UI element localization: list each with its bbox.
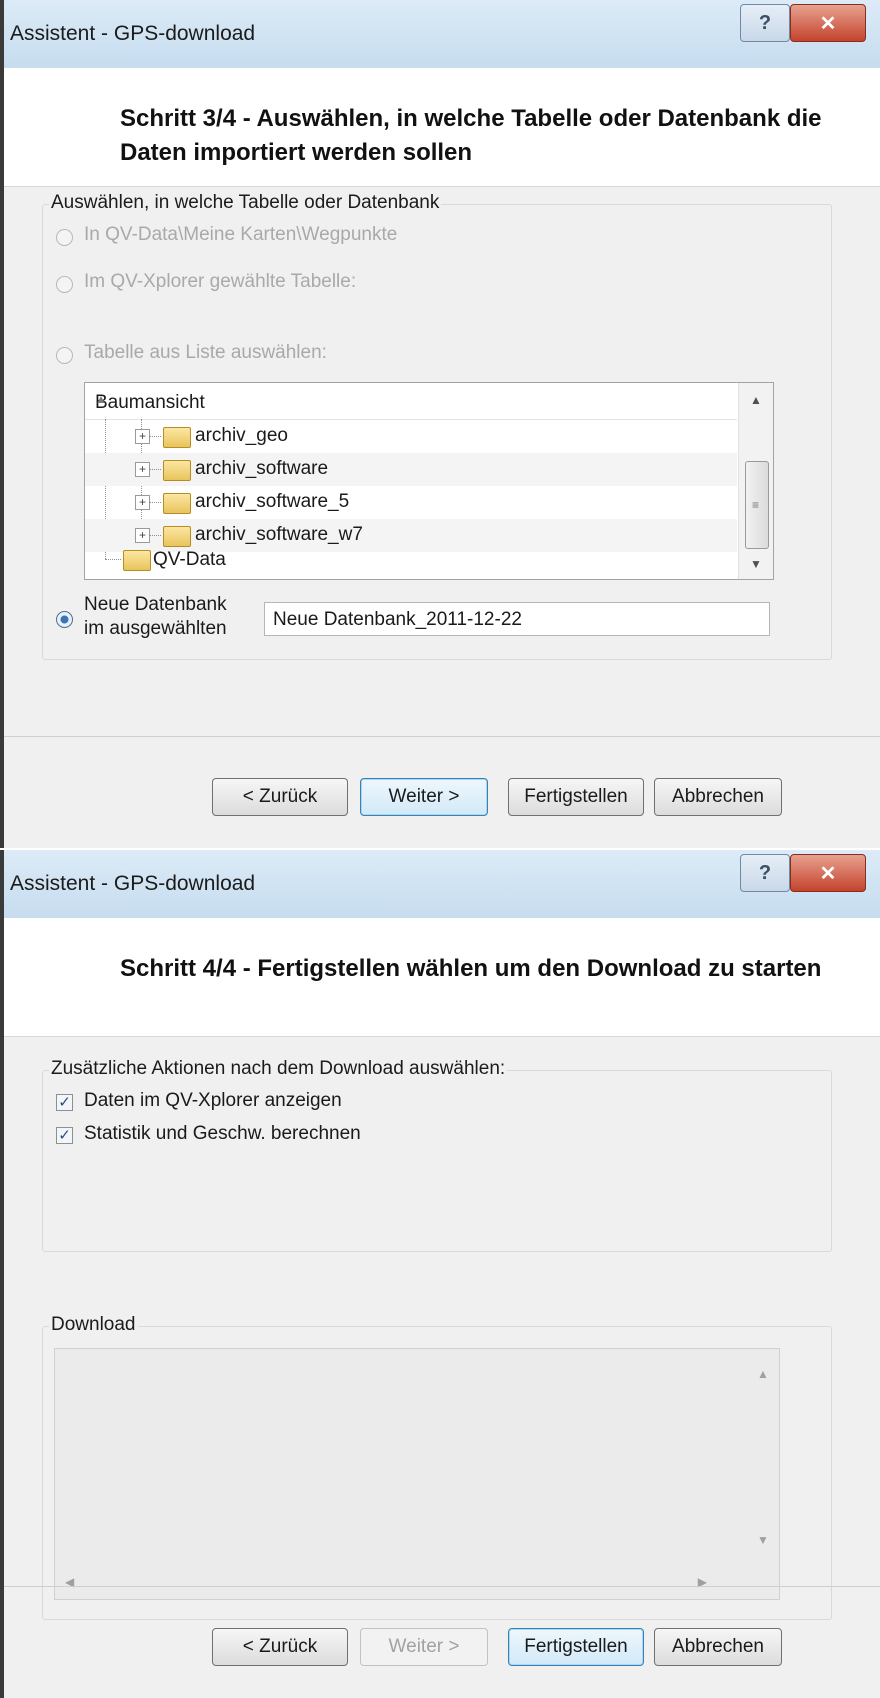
folder-icon xyxy=(163,427,191,448)
help-button[interactable]: ? xyxy=(740,4,790,42)
new-database-label-line1: Neue Datenbank xyxy=(84,594,227,615)
expand-icon[interactable]: + xyxy=(135,528,150,543)
tree-vertical-scrollbar[interactable]: ▲ ≡ ▼ xyxy=(738,383,773,579)
sort-ascending-icon: ▲ xyxy=(95,392,107,406)
tree-item-archiv-geo[interactable]: + archiv_geo xyxy=(85,420,737,453)
radio-table-from-list-label: Tabelle aus Liste auswählen: xyxy=(84,342,327,363)
tree-item-archiv-software[interactable]: + archiv_software xyxy=(85,453,737,486)
close-button[interactable]: ✕ xyxy=(790,4,866,42)
help-button[interactable]: ? xyxy=(740,854,790,892)
step-title: Schritt 4/4 - Fertigstellen wählen um de… xyxy=(120,955,822,982)
folder-icon xyxy=(163,493,191,514)
cancel-button[interactable]: Abbrechen xyxy=(654,778,782,816)
tree-line xyxy=(105,559,121,560)
tree-line xyxy=(149,469,161,470)
window-title: Assistent - GPS-download xyxy=(10,22,256,45)
radio-explorer-table-label: Im QV-Xplorer gewählte Tabelle: xyxy=(84,271,357,292)
scroll-up-icon[interactable]: ▲ xyxy=(739,393,773,407)
finish-button[interactable]: Fertigstellen xyxy=(508,778,644,816)
expand-icon[interactable]: + xyxy=(135,495,150,510)
log-horizontal-scrollbar[interactable]: ◀ ▶ xyxy=(55,1565,745,1599)
folder-icon xyxy=(163,460,191,481)
scroll-up-icon[interactable]: ▲ xyxy=(757,1367,769,1381)
expand-icon[interactable]: + xyxy=(135,462,150,477)
back-button[interactable]: < Zurück xyxy=(212,778,348,816)
footer-divider xyxy=(4,736,880,737)
title-bar[interactable]: Assistent - GPS-download ? ✕ xyxy=(4,850,880,918)
folder-icon xyxy=(163,526,191,547)
radio-new-database[interactable] xyxy=(56,611,73,628)
scroll-down-icon[interactable]: ▼ xyxy=(739,557,773,571)
checkbox-show-in-explorer-label: Daten im QV-Xplorer anzeigen xyxy=(84,1090,342,1111)
new-database-label-line2: im ausgewählten xyxy=(84,618,227,639)
wizard-dialog-step4: Assistent - GPS-download ? ✕ Schritt 4/4… xyxy=(0,850,880,1698)
tree-item-qv-data[interactable]: QV-Data xyxy=(85,547,737,580)
group-label: Zusätzliche Aktionen nach dem Download a… xyxy=(49,1058,508,1080)
new-database-name-input[interactable]: Neue Datenbank_2011-12-22 xyxy=(264,602,770,636)
wizard-header: Schritt 3/4 - Auswählen, in welche Tabel… xyxy=(4,68,880,187)
radio-table-from-list[interactable] xyxy=(56,347,73,364)
checkbox-compute-statistics[interactable]: ✓ xyxy=(56,1127,73,1144)
tree-item-archiv-software-5[interactable]: + archiv_software_5 xyxy=(85,486,737,519)
window-title: Assistent - GPS-download xyxy=(10,872,256,895)
tree-item-label: archiv_software xyxy=(195,458,329,479)
step-title: Schritt 3/4 - Auswählen, in welche Tabel… xyxy=(120,105,822,166)
scroll-down-icon[interactable]: ▼ xyxy=(757,1533,769,1547)
next-button[interactable]: Weiter > xyxy=(360,778,488,816)
radio-explorer-table[interactable] xyxy=(56,276,73,293)
download-log[interactable]: ▲ ▼ ◀ ▶ xyxy=(54,1348,780,1600)
tree-column-header[interactable]: Baumansicht ▲ xyxy=(85,383,737,420)
expand-icon[interactable]: + xyxy=(135,429,150,444)
tree-item-label: archiv_software_w7 xyxy=(195,524,363,545)
back-button[interactable]: < Zurück xyxy=(212,1628,348,1666)
checkbox-show-in-explorer[interactable]: ✓ xyxy=(56,1094,73,1111)
next-button[interactable]: Weiter > xyxy=(360,1628,488,1666)
cancel-button[interactable]: Abbrechen xyxy=(654,1628,782,1666)
tree-item-label: archiv_software_5 xyxy=(195,491,350,512)
checkbox-compute-statistics-label: Statistik und Geschw. berechnen xyxy=(84,1123,361,1144)
scroll-thumb[interactable]: ≡ xyxy=(745,461,769,549)
tree-line xyxy=(149,535,161,536)
tree-view[interactable]: Baumansicht ▲ + archiv_geo + archiv_soft… xyxy=(84,382,774,580)
radio-default-waypoints-label: In QV-Data\Meine Karten\Wegpunkte xyxy=(84,224,398,245)
grip-icon: ≡ xyxy=(752,498,760,512)
group-label: Download xyxy=(49,1314,138,1336)
finish-button[interactable]: Fertigstellen xyxy=(508,1628,644,1666)
wizard-dialog-step3: Assistent - GPS-download ? ✕ Schritt 3/4… xyxy=(0,0,880,848)
wizard-header: Schritt 4/4 - Fertigstellen wählen um de… xyxy=(4,918,880,1037)
group-label: Auswählen, in welche Tabelle oder Datenb… xyxy=(49,192,442,214)
title-bar[interactable]: Assistent - GPS-download ? ✕ xyxy=(4,0,880,68)
close-button[interactable]: ✕ xyxy=(790,854,866,892)
tree-item-label: archiv_geo xyxy=(195,425,288,446)
radio-default-waypoints[interactable] xyxy=(56,229,73,246)
tree-line xyxy=(149,436,161,437)
footer-divider xyxy=(4,1586,880,1587)
tree-root-label: QV-Data xyxy=(153,549,226,570)
tree-line xyxy=(149,502,161,503)
log-vertical-scrollbar[interactable]: ▲ ▼ xyxy=(745,1349,779,1565)
open-folder-icon xyxy=(123,550,151,571)
